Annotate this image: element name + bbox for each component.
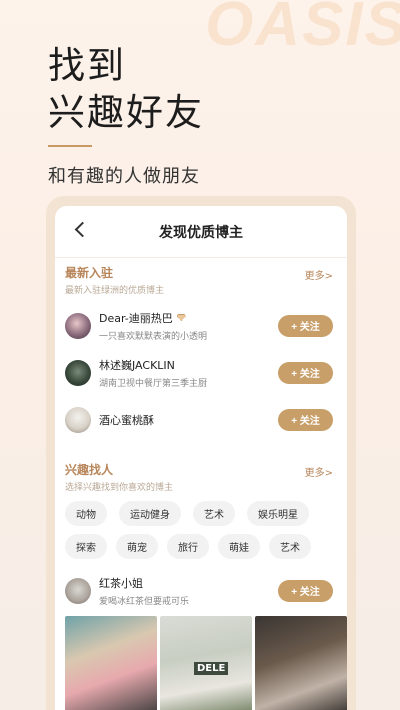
user-name: 红茶小姐 [99,576,143,590]
back-icon[interactable] [74,221,91,238]
photo-cafe[interactable] [255,616,347,710]
oasis-watermark: OASIS [205,0,400,59]
newcomers-list: Dear-迪丽热巴 一只喜欢默默表演的小透明 + 关注 林述巍JACKLIN 湖… [55,302,347,443]
tag-explore[interactable]: 探索 [65,534,107,559]
subheadline: 和有趣的人做朋友 [48,166,200,187]
newcomers-header: 最新入驻 最新入驻绿洲的优质博主 更多> [55,264,347,296]
list-item[interactable]: 酒心蜜桃酥 + 关注 [55,396,347,443]
list-item[interactable]: 林述巍JACKLIN 湖南卫视中餐厅第三季主厨 + 关注 [55,349,347,396]
interests-title: 兴趣找人 [65,463,114,477]
newcomers-title: 最新入驻 [65,266,114,280]
photo-strip: DELE [55,616,347,710]
interests-header: 兴趣找人 选择兴趣找到你喜欢的博主 更多> [55,461,347,493]
user-name: 酒心蜜桃酥 [99,413,154,427]
interests-more-link[interactable]: 更多> [305,464,333,479]
user-name-row: 林述巍JACKLIN [99,357,278,373]
avatar[interactable] [65,406,91,433]
tag-travel[interactable]: 旅行 [167,534,209,559]
featured-blogger[interactable]: 红茶小姐 爱喝冰红茶但要戒可乐 + 关注 [55,567,347,614]
tag-kids[interactable]: 萌娃 [218,534,260,559]
user-info: 酒心蜜桃酥 [99,412,278,428]
phone-frame: 发现优质博主 最新入驻 最新入驻绿洲的优质博主 更多> Dear-迪丽热巴 一只… [46,196,356,710]
page-title: 发现优质博主 [159,224,243,241]
photo-street[interactable] [65,616,157,710]
photo-book[interactable]: DELE [160,616,252,710]
user-name: 林述巍JACKLIN [99,358,175,372]
tag-animals[interactable]: 动物 [65,501,107,526]
user-info: 林述巍JACKLIN 湖南卫视中餐厅第三季主厨 [99,357,278,389]
user-name-row: 酒心蜜桃酥 [99,412,278,428]
tag-celebrities[interactable]: 娱乐明星 [247,501,309,526]
user-info: Dear-迪丽热巴 一只喜欢默默表演的小透明 [99,310,278,342]
interests-subtitle: 选择兴趣找到你喜欢的博主 [65,483,174,493]
interest-tags: 动物 运动健身 艺术 娱乐明星 探索 萌宠 旅行 萌娃 艺术 [55,493,347,559]
user-desc: 湖南卫视中餐厅第三季主厨 [99,378,208,389]
newcomers-more-link[interactable]: 更多> [305,267,333,282]
avatar[interactable] [65,312,91,339]
tag-art-2[interactable]: 艺术 [269,534,311,559]
user-name: Dear-迪丽热巴 [99,311,173,325]
tag-row-1: 动物 运动健身 艺术 娱乐明星 [65,501,337,526]
user-name-row: 红茶小姐 [99,575,278,591]
diamond-icon [176,314,186,321]
tag-pets[interactable]: 萌宠 [116,534,158,559]
headline-line-2: 兴趣好友 [48,91,204,134]
follow-button[interactable]: + 关注 [278,361,333,384]
avatar[interactable] [65,359,91,386]
user-name-row: Dear-迪丽热巴 [99,310,278,326]
photo-book-title: DELE [194,662,229,675]
headline-line-1: 找到 [48,44,126,87]
accent-divider [48,145,92,147]
user-desc: 爱喝冰红茶但要戒可乐 [99,596,190,607]
user-info: 红茶小姐 爱喝冰红茶但要戒可乐 [99,575,278,607]
avatar[interactable] [65,577,91,604]
follow-button[interactable]: + 关注 [278,579,333,602]
newcomers-subtitle: 最新入驻绿洲的优质博主 [65,286,165,296]
tag-row-2: 探索 萌宠 旅行 萌娃 艺术 [65,534,337,559]
headline: 找到 兴趣好友 [48,42,204,136]
tag-fitness[interactable]: 运动健身 [119,501,181,526]
follow-button[interactable]: + 关注 [278,314,333,337]
user-desc: 一只喜欢默默表演的小透明 [99,331,208,342]
list-item[interactable]: Dear-迪丽热巴 一只喜欢默默表演的小透明 + 关注 [55,302,347,349]
app-screen: 发现优质博主 最新入驻 最新入驻绿洲的优质博主 更多> Dear-迪丽热巴 一只… [55,206,347,710]
tag-art[interactable]: 艺术 [193,501,235,526]
follow-button[interactable]: + 关注 [278,408,333,431]
nav-bar: 发现优质博主 [55,206,347,258]
